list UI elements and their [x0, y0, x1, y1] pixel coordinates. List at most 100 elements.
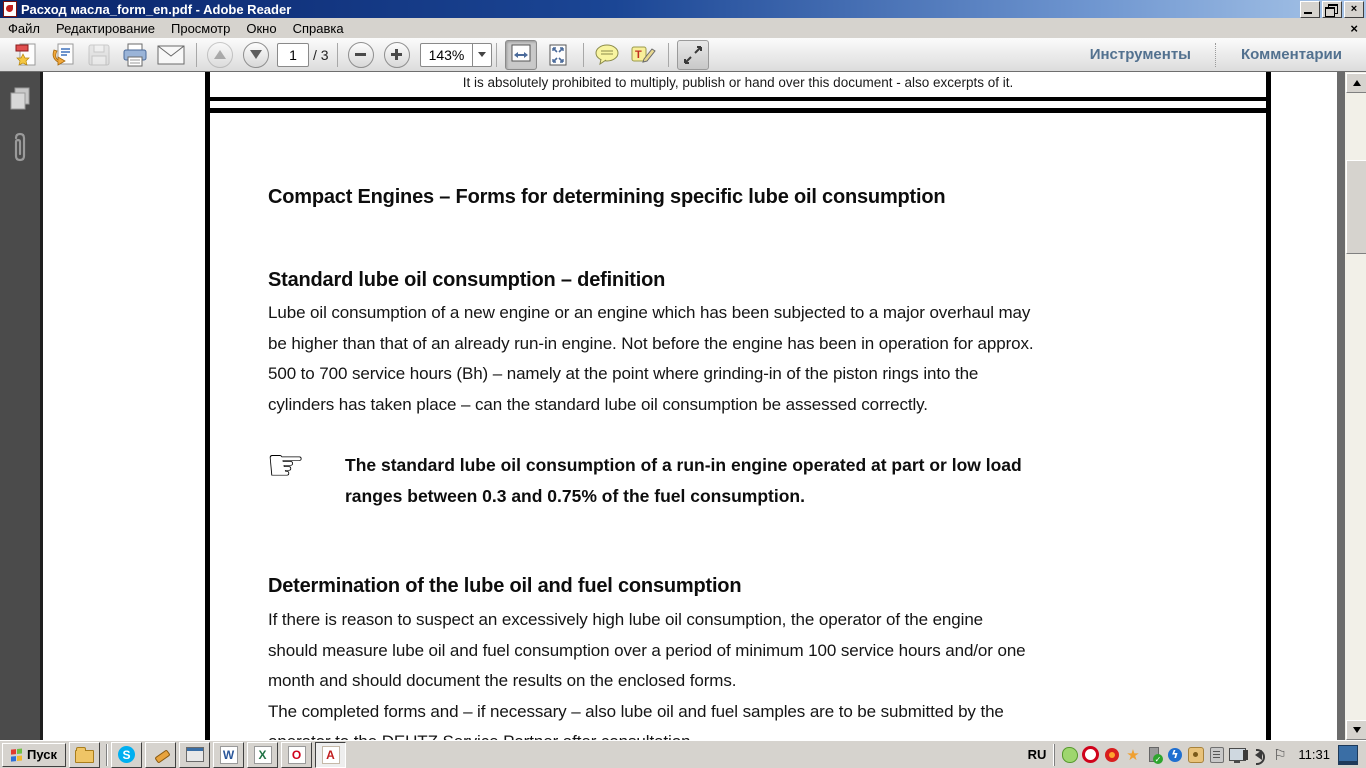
menu-edit[interactable]: Редактирование	[48, 19, 163, 38]
tools-panel-button[interactable]: Инструменты	[1066, 46, 1215, 63]
scroll-down-button[interactable]	[1346, 720, 1366, 740]
section-paragraph: If there is reason to suspect an excessi…	[268, 605, 1026, 741]
tray-lightning-app-icon[interactable]: ϟ	[1166, 746, 1183, 763]
taskbar-button-word[interactable]: W	[213, 742, 244, 768]
tray-recorder-icon[interactable]	[1103, 746, 1120, 763]
window-titlebar: Расход масла_form_en.pdf - Adobe Reader …	[0, 0, 1366, 18]
zoom-out-icon	[348, 42, 374, 68]
note-line: The standard lube oil consumption of a r…	[345, 450, 1022, 481]
close-button[interactable]: ×	[1344, 1, 1364, 18]
pdf-page[interactable]: It is absolutely prohibited to multiply,…	[43, 72, 1345, 741]
fullscreen-button[interactable]	[677, 40, 709, 70]
window-controls: ×	[1298, 1, 1364, 18]
taskbar-button-program[interactable]	[179, 742, 210, 768]
tray-clock-app-icon[interactable]	[1187, 746, 1204, 763]
tray-flag-icon[interactable]: ⚐	[1271, 746, 1288, 763]
zoom-dropdown-button[interactable]	[472, 44, 491, 66]
tray-star-icon[interactable]: ★	[1124, 746, 1141, 763]
save-as-button[interactable]	[48, 41, 78, 69]
zoom-level-control: 143%	[420, 43, 493, 67]
show-desktop-button[interactable]	[1338, 745, 1358, 765]
close-document-icon[interactable]: ×	[1350, 21, 1358, 36]
page-up-icon	[207, 42, 233, 68]
scroll-up-button[interactable]	[1346, 73, 1366, 93]
comments-panel-button[interactable]: Комментарии	[1217, 46, 1366, 63]
adobe-reader-app-icon	[3, 1, 17, 17]
pointing-hand-icon: ☞	[266, 444, 305, 488]
taskbar-button-opera[interactable]: O	[281, 742, 312, 768]
taskbar-button-excel[interactable]: X	[247, 742, 278, 768]
toolbar-separator	[583, 43, 584, 67]
save-as-icon	[50, 42, 76, 68]
tray-opera-icon[interactable]	[1082, 746, 1099, 763]
previous-page-button[interactable]	[205, 41, 235, 69]
note-text: The standard lube oil consumption of a r…	[345, 450, 1022, 512]
toolbar: 1 / 3 143% T	[0, 38, 1366, 72]
open-file-button[interactable]	[12, 41, 42, 69]
excel-icon: X	[254, 746, 272, 764]
zoom-in-button[interactable]	[382, 41, 412, 69]
fit-width-icon	[510, 43, 532, 67]
taskbar-button-explorer[interactable]	[69, 742, 100, 768]
taskbar-button-app[interactable]	[145, 742, 176, 768]
paragraph-line: cylinders has taken place – can the stan…	[268, 390, 1034, 421]
taskbar-button-skype[interactable]: S	[111, 742, 142, 768]
zoom-out-button[interactable]	[346, 41, 376, 69]
tray-volume-icon[interactable]	[1250, 746, 1267, 763]
tray-icons: ★ ✓ ϟ ⚐ 11:31	[1054, 744, 1366, 766]
paragraph-line: The completed forms and – if necessary –…	[268, 697, 1026, 728]
taskbar-clock: 11:31	[1290, 747, 1338, 762]
windows-logo-icon	[11, 748, 23, 761]
page-count-label: / 3	[313, 47, 329, 63]
taskbar-button-adobe-reader[interactable]: A	[315, 742, 346, 768]
email-button[interactable]	[156, 41, 186, 69]
navigation-pane-strip	[0, 72, 43, 741]
restore-button[interactable]	[1322, 1, 1342, 18]
print-icon	[122, 42, 148, 68]
menubar: Файл Редактирование Просмотр Окно Справк…	[0, 18, 1366, 38]
svg-text:T: T	[635, 49, 642, 61]
toolbar-separator	[196, 43, 197, 67]
start-button[interactable]: Пуск	[2, 743, 66, 767]
start-label: Пуск	[27, 747, 57, 762]
add-sticky-note-button[interactable]	[592, 41, 622, 69]
arrow-down-icon	[1353, 727, 1361, 733]
highlight-text-button[interactable]: T	[628, 41, 658, 69]
paperclip-icon	[8, 132, 32, 166]
menu-help[interactable]: Справка	[285, 19, 352, 38]
fit-width-button[interactable]	[505, 40, 537, 70]
fullscreen-icon	[683, 45, 703, 65]
note-line: ranges between 0.3 and 0.75% of the fuel…	[345, 481, 1022, 512]
print-button[interactable]	[120, 41, 150, 69]
fit-page-button[interactable]	[543, 41, 573, 69]
page-thumbnails-button[interactable]	[8, 86, 32, 112]
page-frame-left-border	[205, 72, 210, 741]
vertical-scrollbar[interactable]	[1345, 72, 1366, 741]
paragraph-line: operator to the DEUTZ Service Partner af…	[268, 727, 1026, 741]
zoom-level-value[interactable]: 143%	[421, 47, 473, 63]
open-file-icon	[15, 42, 39, 68]
menu-file[interactable]: Файл	[0, 19, 48, 38]
scrollbar-thumb[interactable]	[1346, 160, 1366, 254]
document-title: Compact Engines – Forms for determining …	[268, 186, 945, 209]
tray-safely-remove-hardware-icon[interactable]: ✓	[1145, 746, 1162, 763]
page-number-input[interactable]: 1	[277, 43, 309, 67]
adobe-reader-icon: A	[322, 746, 340, 764]
document-area: It is absolutely prohibited to multiply,…	[0, 72, 1366, 741]
menu-view[interactable]: Просмотр	[163, 19, 238, 38]
taskbar: Пуск S W X O A RU ★ ✓ ϟ ⚐ 11:31	[0, 740, 1366, 768]
attachments-button[interactable]	[8, 132, 32, 166]
save-button[interactable]	[84, 41, 114, 69]
tray-clipboard-app-icon[interactable]	[1208, 746, 1225, 763]
paragraph-line: Lube oil consumption of a new engine or …	[268, 298, 1034, 329]
taskbar-separator	[106, 744, 108, 766]
menu-window[interactable]: Окно	[238, 19, 284, 38]
sticky-note-icon	[594, 44, 620, 66]
minimize-button[interactable]	[1300, 1, 1320, 18]
tray-green-app-icon[interactable]	[1061, 746, 1078, 763]
system-tray: RU ★ ✓ ϟ ⚐ 11:31	[1020, 741, 1366, 768]
language-indicator[interactable]: RU	[1020, 747, 1055, 762]
paragraph-line: month and should document the results on…	[268, 666, 1026, 697]
next-page-button[interactable]	[241, 41, 271, 69]
skype-icon: S	[118, 746, 135, 763]
